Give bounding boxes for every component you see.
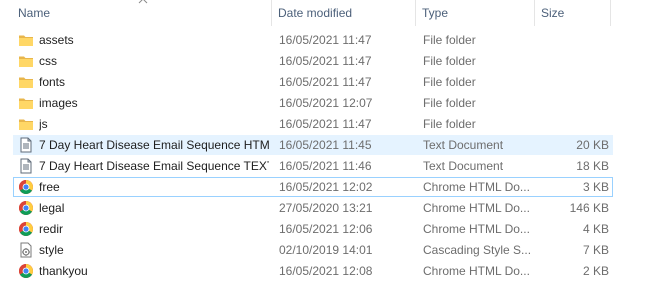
folder-icon	[18, 95, 34, 111]
file-type: File folder	[423, 117, 476, 131]
file-date-modified: 16/05/2021 11:45	[279, 138, 372, 152]
file-type: File folder	[423, 75, 476, 89]
file-row[interactable]: css 16/05/2021 11:47 File folder	[13, 51, 613, 71]
column-header: Name Date modified Type Size	[0, 0, 672, 26]
file-size: 20 KB	[576, 138, 609, 152]
file-type: File folder	[423, 33, 476, 47]
file-row[interactable]: images 16/05/2021 12:07 File folder	[13, 93, 613, 113]
file-explorer: Name Date modified Type Size assets 16/05…	[0, 0, 672, 306]
file-row[interactable]: js 16/05/2021 11:47 File folder	[13, 114, 613, 134]
file-name: 7 Day Heart Disease Email Sequence TEXT	[39, 159, 269, 173]
file-date-modified: 16/05/2021 11:47	[279, 33, 372, 47]
file-date-modified: 16/05/2021 12:02	[279, 180, 373, 194]
file-name: free	[39, 180, 60, 194]
file-row[interactable]: style 02/10/2019 14:01 Cascading Style S..…	[13, 240, 613, 260]
file-type: Cascading Style S...	[423, 243, 532, 257]
file-size	[538, 52, 609, 70]
chrome-html-icon	[18, 179, 34, 195]
chrome-html-icon	[18, 263, 34, 279]
file-name: css	[39, 54, 57, 68]
text-document-icon	[18, 137, 34, 153]
file-row[interactable]: free 16/05/2021 12:02 Chrome HTML Do... 3 K…	[13, 177, 613, 197]
file-name: js	[39, 117, 48, 131]
file-type: Chrome HTML Do...	[423, 201, 530, 215]
file-size: 4 KB	[582, 222, 609, 236]
file-date-modified: 16/05/2021 11:47	[279, 117, 372, 131]
file-row[interactable]: 7 Day Heart Disease Email Sequence TEXT 1…	[13, 156, 613, 176]
file-type: File folder	[423, 54, 476, 68]
file-name: fonts	[39, 75, 66, 89]
column-header-size[interactable]: Size	[535, 0, 610, 26]
file-type: Chrome HTML Do...	[423, 264, 530, 278]
file-size	[538, 115, 609, 133]
file-type: Chrome HTML Do...	[423, 222, 530, 236]
file-name: legal	[39, 201, 65, 215]
file-row[interactable]: fonts 16/05/2021 11:47 File folder	[13, 72, 613, 92]
chrome-html-icon	[18, 221, 34, 237]
file-row[interactable]: thankyou 16/05/2021 12:08 Chrome HTML Do..…	[13, 261, 613, 281]
file-type: Chrome HTML Do...	[423, 180, 530, 194]
file-name: images	[39, 96, 78, 110]
file-name: assets	[39, 33, 74, 47]
file-date-modified: 16/05/2021 12:07	[279, 96, 373, 110]
file-date-modified: 16/05/2021 12:08	[279, 264, 373, 278]
file-size: 3 KB	[582, 180, 609, 194]
file-date-modified: 16/05/2021 11:46	[279, 159, 372, 173]
text-document-icon	[18, 158, 34, 174]
file-row[interactable]: redir 16/05/2021 12:06 Chrome HTML Do... 4 …	[13, 219, 613, 239]
file-size: 18 KB	[576, 159, 609, 173]
file-size: 7 KB	[582, 243, 609, 257]
file-date-modified: 02/10/2019 14:01	[279, 243, 373, 257]
file-name: 7 Day Heart Disease Email Sequence HTML	[39, 138, 269, 152]
file-date-modified: 16/05/2021 12:06	[279, 222, 373, 236]
file-date-modified: 16/05/2021 11:47	[279, 54, 372, 68]
file-size	[538, 31, 609, 49]
file-type: File folder	[423, 96, 476, 110]
file-type: Text Document	[423, 159, 504, 173]
column-header-date-modified[interactable]: Date modified	[272, 0, 415, 26]
folder-icon	[18, 116, 34, 132]
file-row[interactable]: 7 Day Heart Disease Email Sequence HTML 1…	[13, 135, 613, 155]
file-size	[538, 94, 609, 112]
file-row[interactable]: assets 16/05/2021 11:47 File folder	[13, 30, 613, 50]
file-name: style	[39, 243, 64, 257]
folder-icon	[18, 53, 34, 69]
file-date-modified: 16/05/2021 11:47	[279, 75, 372, 89]
css-file-icon	[18, 242, 34, 258]
column-header-type[interactable]: Type	[416, 0, 534, 26]
file-size: 146 KB	[569, 201, 609, 215]
file-row[interactable]: legal 27/05/2020 13:21 Chrome HTML Do... 14…	[13, 198, 613, 218]
file-date-modified: 27/05/2020 13:21	[279, 201, 373, 215]
file-name: thankyou	[39, 264, 88, 278]
chrome-html-icon	[18, 200, 34, 216]
file-size	[538, 73, 609, 91]
file-size: 2 KB	[582, 264, 609, 278]
file-type: Text Document	[423, 138, 504, 152]
column-divider[interactable]	[610, 0, 611, 26]
sort-ascending-icon	[138, 0, 148, 4]
file-name: redir	[39, 222, 64, 236]
folder-icon	[18, 74, 34, 90]
folder-icon	[18, 32, 34, 48]
